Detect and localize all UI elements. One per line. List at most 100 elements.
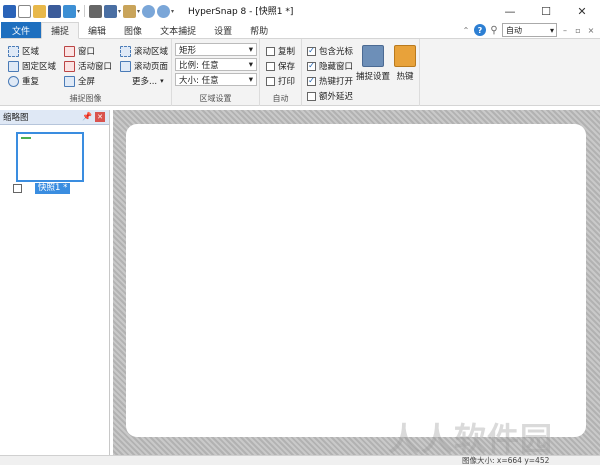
capture-fullscreen-label: 全屏 [78, 77, 96, 87]
tab-help[interactable]: 帮助 [241, 22, 277, 38]
checkbox-checked: ✓ [307, 46, 316, 56]
thumbnail-checkbox[interactable] [13, 184, 22, 193]
capture-active-window-button[interactable]: 活动窗口 [64, 60, 112, 72]
repeat-button[interactable]: 重复 [8, 75, 39, 87]
capture-settings-icon [362, 45, 384, 67]
auto-save-checkbox[interactable]: 保存 [266, 60, 295, 72]
tab-image[interactable]: 图像 [115, 22, 151, 38]
include-cursor-checkbox[interactable]: ✓ 包含光标 [307, 45, 353, 57]
minimize-button[interactable]: — [492, 0, 528, 22]
tab-edit[interactable]: 编辑 [79, 22, 115, 38]
minimize-doc-icon[interactable]: – [560, 25, 570, 35]
close-button[interactable]: ✕ [564, 0, 600, 22]
scroll-page-icon [120, 60, 131, 72]
more-capture-button[interactable]: 更多... ▾ [132, 75, 164, 87]
chevron-down-icon: ▾ [248, 44, 253, 55]
region-icon [8, 45, 19, 57]
mode-select[interactable]: 自动 ▾ [502, 23, 557, 37]
auto-copy-label: 复制 [278, 47, 296, 57]
restore-doc-icon[interactable]: ▫ [573, 25, 583, 35]
tab-text-capture[interactable]: 文本捕捉 [151, 22, 205, 38]
capture-window-label: 窗口 [78, 47, 96, 57]
ratio-select[interactable]: 比例: 任意 ▾ [175, 58, 257, 71]
repeat-label: 重复 [22, 77, 40, 87]
auto-print-label: 打印 [278, 77, 296, 87]
capture-fixed-region-button[interactable]: 固定区域 [8, 60, 56, 72]
group-label: 捕捉图像 [69, 94, 102, 103]
checkbox-box [266, 61, 275, 71]
search-icon[interactable]: ⚲ [489, 25, 499, 36]
checkbox-box [266, 46, 275, 56]
shape-select[interactable]: 矩形 ▾ [175, 43, 257, 56]
auto-print-checkbox[interactable]: 打印 [266, 75, 295, 87]
tab-capture[interactable]: 捕捉 [41, 22, 80, 39]
capture-scroll-page-button[interactable]: 滚动页面 [120, 60, 168, 72]
thumbnail-panel: 缩略图 📌 ✕ 快照1 * [0, 110, 110, 455]
print-icon[interactable] [89, 4, 103, 18]
capture-settings-button[interactable]: 捕捉设置 [356, 45, 390, 82]
size-select[interactable]: 大小: 任意 ▾ [175, 73, 257, 86]
capture-fullscreen-button[interactable]: 全屏 [64, 75, 95, 87]
chevron-down-icon: ▾ [248, 74, 253, 85]
capture-scroll-page-label: 滚动页面 [134, 62, 169, 72]
upload-icon[interactable] [63, 4, 76, 18]
new-file-icon[interactable] [18, 4, 31, 18]
group-capture-image: 区域 固定区域 重复 窗口 活动窗口 全屏 滚动区域 滚动页面 更多... ▾ 捕… [0, 39, 172, 106]
auto-copy-checkbox[interactable]: 复制 [266, 45, 295, 57]
fullscreen-icon [64, 75, 75, 87]
window-icon [64, 45, 75, 57]
group-label: 区域设置 [199, 94, 232, 103]
chevron-down-icon[interactable]: ▾ [118, 8, 121, 15]
checkbox-checked: ✓ [307, 61, 316, 71]
chevron-down-icon: ▾ [160, 77, 164, 85]
scroll-region-icon [120, 45, 131, 57]
redo-icon[interactable] [157, 4, 171, 18]
thumbnail-item[interactable] [16, 132, 84, 182]
capture-canvas[interactable] [126, 124, 586, 437]
capture-fixed-region-label: 固定区域 [22, 62, 57, 72]
group-region-settings: 矩形 ▾ 比例: 任意 ▾ 大小: 任意 ▾ 区域设置 [172, 39, 260, 106]
chevron-up-icon[interactable]: ⌃ [461, 25, 471, 35]
hide-window-checkbox[interactable]: ✓ 隐藏窗口 [307, 60, 353, 72]
extra-delay-checkbox[interactable]: 额外延迟 [307, 90, 353, 102]
group-label: 自动 [272, 94, 289, 103]
customize-toolbar-icon[interactable]: ▾ [171, 8, 174, 15]
tab-settings[interactable]: 设置 [205, 22, 241, 38]
title-bar: ▾ ▾ ▾ ▾ HyperSnap 8 - [快照1 *] — ☐ ✕ [0, 0, 600, 22]
ratio-select-value: 比例: 任意 [179, 60, 219, 71]
app-icon[interactable] [3, 4, 16, 18]
help-icon[interactable]: ? [474, 24, 486, 36]
image-workspace [113, 110, 600, 455]
mode-select-value: 自动 [506, 25, 522, 35]
hotkey-enable-checkbox[interactable]: ✓ 热键打开 [307, 75, 353, 87]
save-icon[interactable] [48, 4, 61, 18]
thumbnail-label[interactable]: 快照1 * [35, 183, 71, 194]
hotkeys-button[interactable]: 热键 [394, 45, 416, 82]
close-doc-icon[interactable]: × [586, 25, 596, 35]
undo-icon[interactable] [142, 4, 156, 18]
shape-select-value: 矩形 [179, 45, 197, 56]
pin-icon[interactable]: 📌 [82, 112, 92, 121]
chevron-down-icon: ▾ [248, 59, 253, 70]
capture-scroll-region-button[interactable]: 滚动区域 [120, 45, 168, 57]
auto-save-label: 保存 [278, 62, 296, 72]
capture-region-label: 区域 [22, 47, 40, 57]
image-size-status: 图像大小: x=664 y=452 [462, 456, 550, 465]
include-cursor-label: 包含光标 [319, 47, 354, 57]
more-capture-label: 更多... [132, 77, 158, 87]
maximize-button[interactable]: ☐ [528, 0, 564, 22]
capture-region-button[interactable]: 区域 [8, 45, 39, 57]
tab-file[interactable]: 文件 [1, 22, 42, 38]
capture-scroll-region-label: 滚动区域 [134, 47, 169, 57]
capture-window-button[interactable]: 窗口 [64, 45, 95, 57]
thumbnail-preview [21, 137, 31, 139]
chevron-down-icon[interactable]: ▾ [137, 8, 140, 15]
capture-settings-label: 捕捉设置 [356, 72, 391, 82]
chevron-down-icon[interactable]: ▾ [77, 8, 80, 15]
clipboard-icon[interactable] [123, 4, 137, 18]
open-folder-icon[interactable] [33, 4, 46, 18]
camera-icon[interactable] [104, 4, 118, 18]
close-icon[interactable]: ✕ [95, 112, 105, 122]
thumbnail-panel-title: 缩略图 [3, 113, 29, 123]
quick-access-toolbar: ▾ ▾ ▾ ▾ [0, 0, 174, 22]
